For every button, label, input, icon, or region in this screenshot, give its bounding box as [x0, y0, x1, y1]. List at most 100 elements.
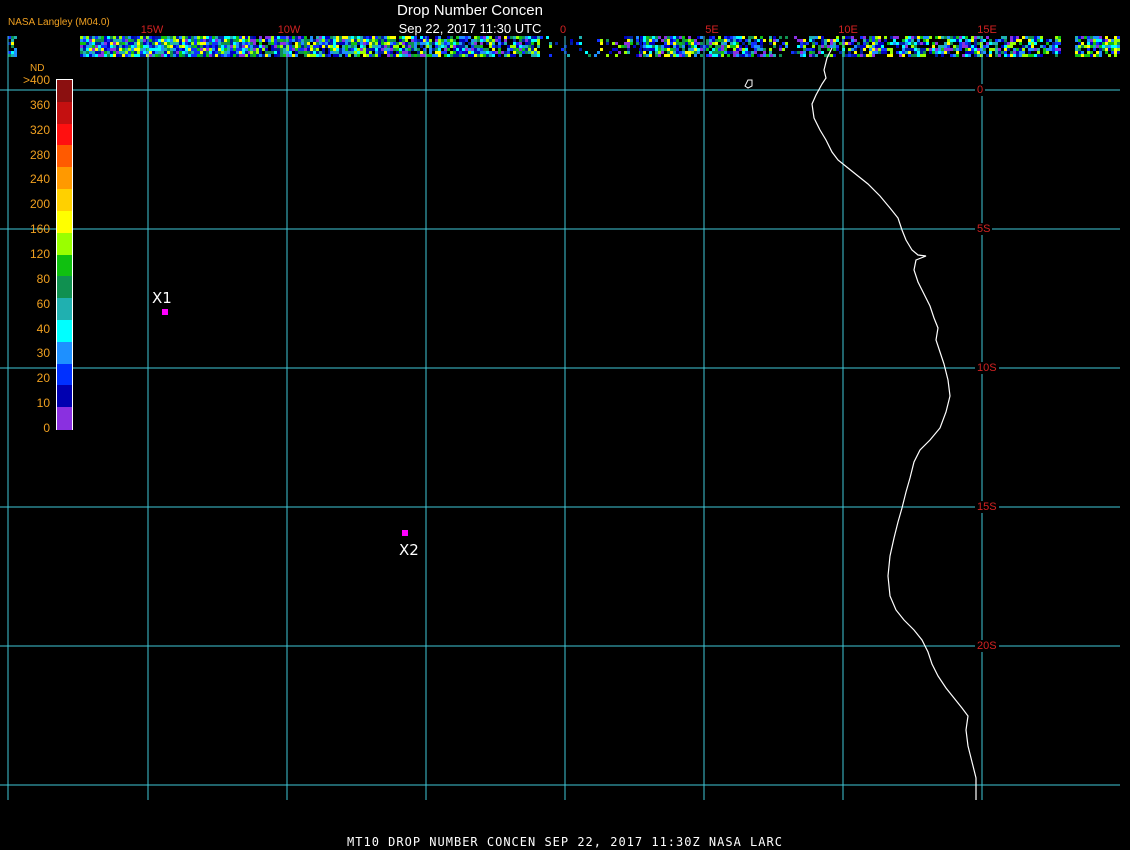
data-pixel: [878, 36, 881, 39]
data-pixel: [953, 39, 956, 42]
data-pixel: [697, 51, 700, 54]
data-pixel: [259, 51, 262, 54]
data-pixel: [773, 39, 776, 42]
data-pixel: [712, 36, 715, 39]
data-pixel: [519, 48, 522, 51]
data-pixel: [438, 39, 441, 42]
data-pixel: [682, 48, 685, 51]
data-pixel: [227, 42, 230, 45]
data-pixel: [950, 48, 953, 51]
data-pixel: [185, 51, 188, 54]
data-pixel: [712, 39, 715, 42]
data-pixel: [447, 42, 450, 45]
data-pixel: [537, 42, 540, 45]
data-pixel: [769, 36, 772, 39]
data-pixel: [812, 45, 815, 48]
data-pixel: [1034, 36, 1037, 39]
data-pixel: [322, 48, 325, 51]
data-pixel: [191, 42, 194, 45]
data-pixel: [245, 42, 248, 45]
data-pixel: [14, 48, 17, 51]
data-pixel: [848, 42, 851, 45]
data-pixel: [989, 51, 992, 54]
data-pixel: [652, 48, 655, 51]
data-pixel: [158, 45, 161, 48]
data-pixel: [483, 51, 486, 54]
data-pixel: [333, 48, 336, 51]
data-pixel: [149, 39, 152, 42]
data-pixel: [89, 48, 92, 51]
data-pixel: [627, 36, 630, 39]
data-pixel: [253, 39, 256, 42]
data-pixel: [712, 54, 715, 57]
data-pixel: [453, 45, 456, 48]
data-pixel: [444, 54, 447, 57]
data-pixel: [333, 36, 336, 39]
data-pixel: [1010, 51, 1013, 54]
data-pixel: [1040, 45, 1043, 48]
data-pixel: [1004, 45, 1007, 48]
data-pixel: [649, 39, 652, 42]
data-pixel: [233, 39, 236, 42]
data-pixel: [188, 51, 191, 54]
data-pixel: [1105, 36, 1108, 39]
data-pixel: [483, 48, 486, 51]
data-pixel: [107, 51, 110, 54]
data-pixel: [330, 51, 333, 54]
data-pixel: [989, 54, 992, 57]
data-pixel: [11, 54, 14, 57]
data-pixel: [164, 39, 167, 42]
data-pixel: [504, 36, 507, 39]
data-pixel: [224, 51, 227, 54]
data-pixel: [390, 51, 393, 54]
data-pixel: [995, 51, 998, 54]
data-pixel: [965, 48, 968, 51]
data-pixel: [902, 42, 905, 45]
data-pixel: [1016, 54, 1019, 57]
data-pixel: [468, 51, 471, 54]
data-pixel: [812, 51, 815, 54]
data-pixel: [360, 36, 363, 39]
data-pixel: [441, 42, 444, 45]
data-pixel: [718, 51, 721, 54]
data-pixel: [185, 39, 188, 42]
data-pixel: [986, 54, 989, 57]
data-pixel: [920, 48, 923, 51]
data-pixel: [1046, 48, 1049, 51]
data-pixel: [104, 45, 107, 48]
data-pixel: [694, 51, 697, 54]
data-pixel: [399, 39, 402, 42]
data-pixel: [890, 42, 893, 45]
data-pixel: [209, 39, 212, 42]
data-pixel: [179, 51, 182, 54]
data-pixel: [688, 36, 691, 39]
data-pixel: [378, 48, 381, 51]
data-pixel: [215, 45, 218, 48]
data-pixel: [905, 48, 908, 51]
data-pixel: [636, 39, 639, 42]
data-pixel: [664, 36, 667, 39]
data-pixel: [932, 51, 935, 54]
data-pixel: [167, 39, 170, 42]
data-pixel: [730, 51, 733, 54]
data-pixel: [363, 45, 366, 48]
data-pixel: [465, 45, 468, 48]
data-pixel: [313, 42, 316, 45]
data-pixel: [507, 36, 510, 39]
data-pixel: [495, 36, 498, 39]
data-pixel: [325, 54, 328, 57]
data-pixel: [468, 48, 471, 51]
data-pixel: [670, 42, 673, 45]
data-pixel: [149, 36, 152, 39]
data-pixel: [363, 54, 366, 57]
data-pixel: [489, 39, 492, 42]
data-pixel: [905, 51, 908, 54]
data-pixel: [155, 48, 158, 51]
data-pixel: [815, 54, 818, 57]
data-pixel: [304, 48, 307, 51]
data-pixel: [652, 39, 655, 42]
data-pixel: [1007, 48, 1010, 51]
data-pixel: [408, 54, 411, 57]
data-pixel: [522, 51, 525, 54]
data-pixel: [122, 51, 125, 54]
